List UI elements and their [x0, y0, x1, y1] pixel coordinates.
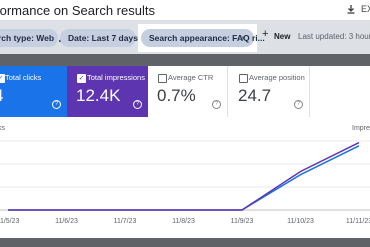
- x-tick-label: 11/8/23: [172, 218, 195, 225]
- metric-cards: ✓ Total clicks 4 ? ✓ Total impressions 1…: [0, 66, 370, 117]
- last-updated-text: Last updated: 3 hours a: [298, 32, 370, 41]
- filter-bar: rch type: Web Date: Last 7 days Search a…: [0, 20, 370, 54]
- x-tick-label: 11/10/23: [287, 218, 314, 225]
- x-tick-label: 11/9/23: [231, 218, 254, 225]
- total-clicks-card[interactable]: ✓ Total clicks 4 ?: [0, 66, 67, 117]
- chip-label: Date: Last 7 days: [68, 33, 138, 43]
- checkbox-icon[interactable]: [239, 74, 248, 83]
- chip-label: rch type: Web: [0, 33, 55, 43]
- metric-value: 24.7: [238, 86, 272, 105]
- help-icon[interactable]: ?: [133, 100, 142, 109]
- search-type-chip[interactable]: rch type: Web: [0, 29, 65, 47]
- download-icon[interactable]: [346, 4, 356, 14]
- line-chart: 11/5/23 11/6/23 11/7/23 11/8/23 11/9/23 11/10…: [0, 140, 370, 225]
- chip-label: Search appearance: FAQ ri...: [149, 33, 265, 43]
- x-tick-label: 11/11/23: [346, 218, 370, 225]
- metric-label: Total clicks: [5, 73, 42, 82]
- metric-value: 4: [0, 86, 3, 106]
- close-icon[interactable]: ×: [241, 29, 246, 47]
- average-ctr-card[interactable]: Average CTR 0.7% ?: [148, 66, 228, 117]
- x-tick-label: 11/6/23: [55, 218, 78, 225]
- plus-icon[interactable]: +: [262, 28, 268, 40]
- x-tick-label: 11/5/23: [0, 218, 20, 225]
- checkbox-icon[interactable]: [158, 74, 167, 83]
- performance-chart: ks Impre 11/5/2311/6/2311/7/2311/8/2311/…: [0, 117, 370, 238]
- metric-label: Average position: [249, 73, 305, 82]
- checkbox-icon[interactable]: ✓: [77, 74, 86, 83]
- header-bar: formance on Search results EX: [0, 0, 370, 20]
- metric-value: 0.7%: [157, 86, 196, 105]
- export-button[interactable]: EX: [361, 4, 370, 14]
- new-filter-button[interactable]: New: [274, 32, 290, 41]
- page-title: formance on Search results: [0, 3, 155, 18]
- date-range-chip[interactable]: Date: Last 7 days: [60, 29, 149, 47]
- average-position-card[interactable]: Average position 24.7 ?: [229, 66, 310, 117]
- series-line-impressions: [8, 141, 360, 211]
- metric-label: Average CTR: [168, 73, 214, 82]
- metric-label: Total impressions: [87, 73, 145, 82]
- x-tick-label: 11/7/23: [114, 218, 137, 225]
- help-icon[interactable]: ?: [294, 100, 303, 109]
- series-line-clicks: [8, 145, 360, 211]
- total-impressions-card[interactable]: ✓ Total impressions 12.4K ?: [67, 66, 148, 117]
- performance-report: formance on Search results EX rch type: …: [0, 0, 370, 247]
- help-icon[interactable]: ?: [52, 100, 61, 109]
- search-appearance-chip[interactable]: Search appearance: FAQ ri... ×: [141, 29, 265, 47]
- metric-value: 12.4K: [76, 86, 121, 105]
- help-icon[interactable]: ?: [212, 100, 221, 109]
